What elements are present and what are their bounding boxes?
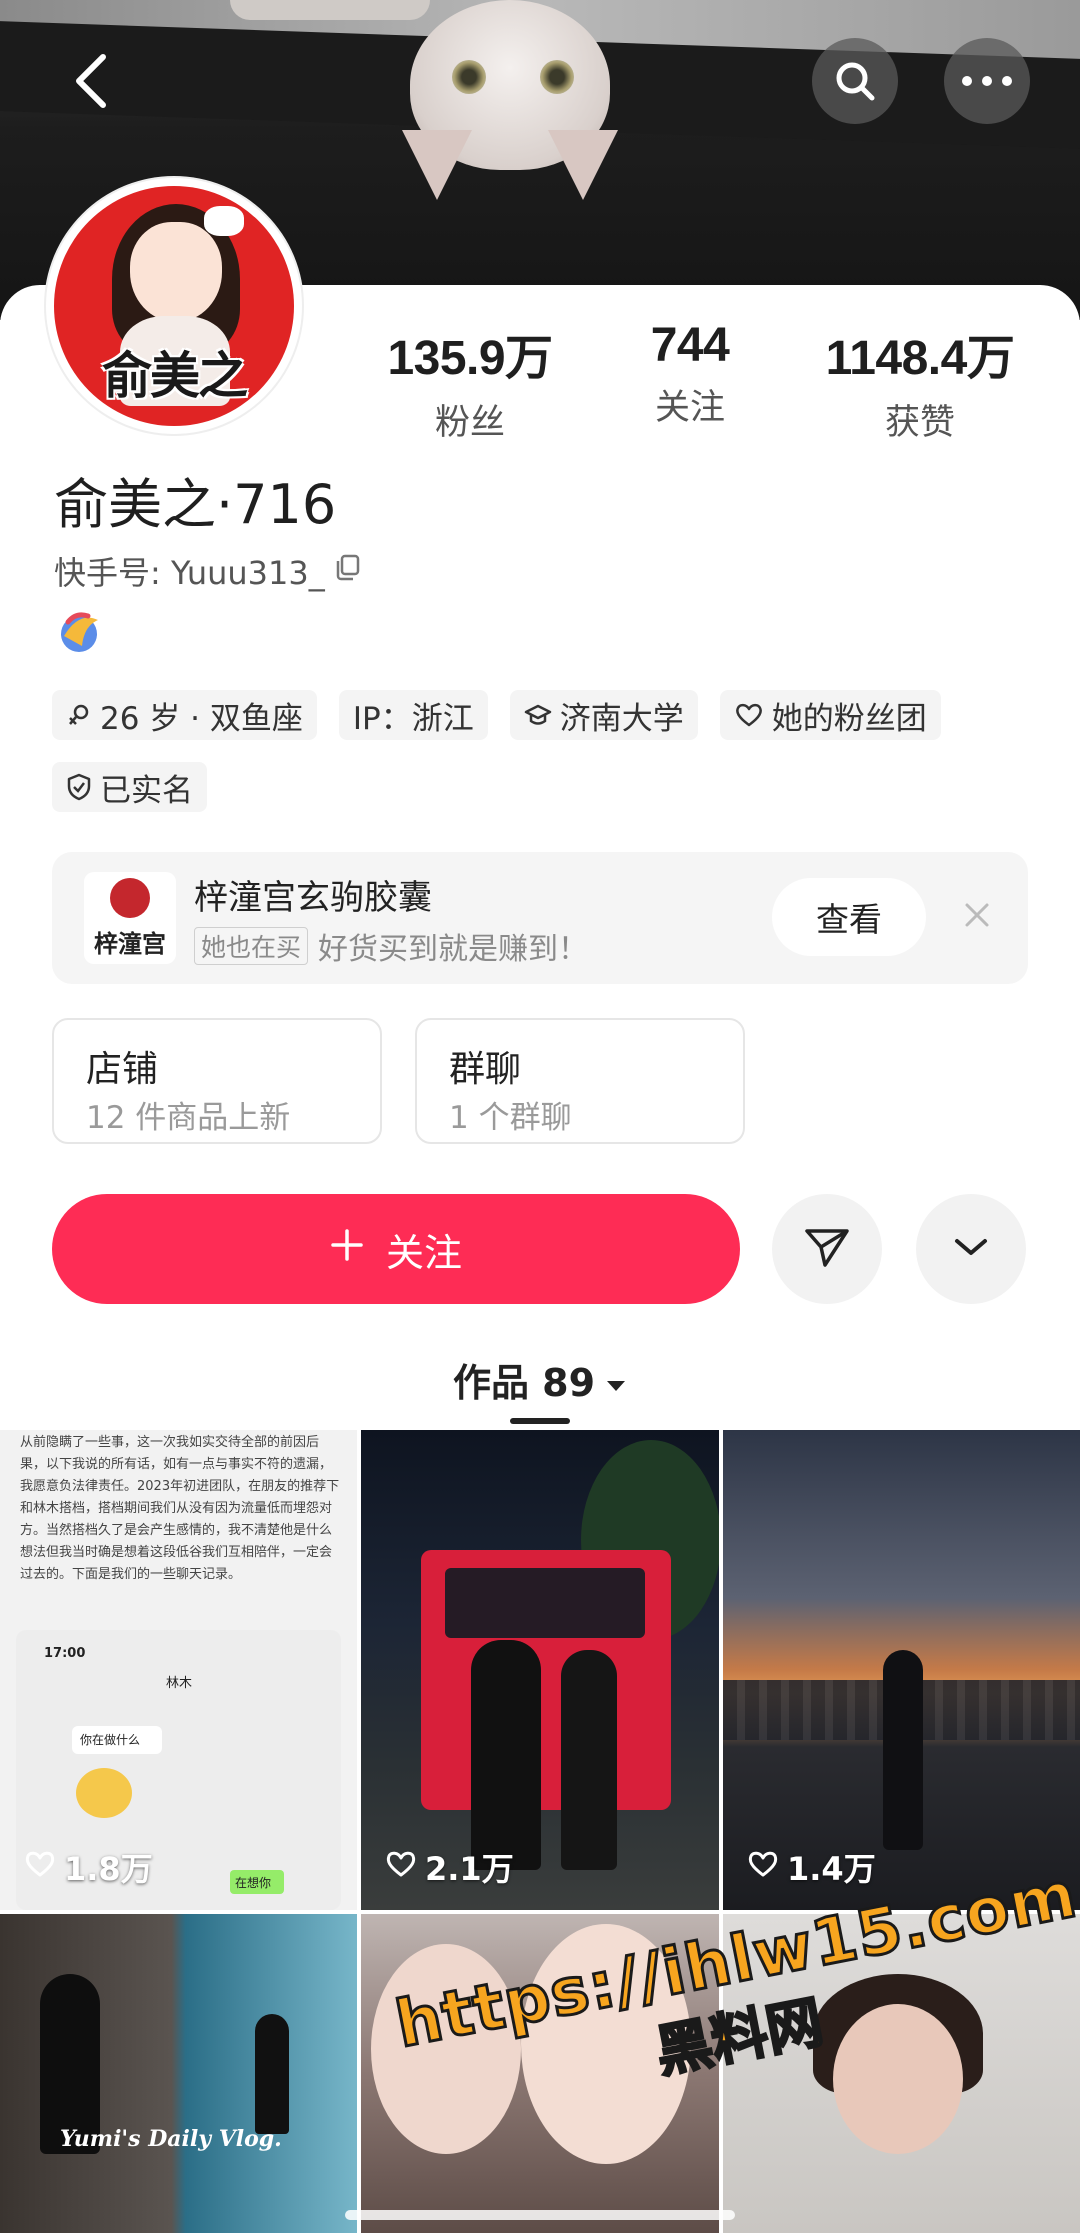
expand-button[interactable] <box>916 1194 1026 1304</box>
promo-subtitle-row: 她也在买 好货买到就是赚到！ <box>194 924 588 968</box>
tab-underline <box>510 1418 570 1424</box>
tag-age[interactable]: 26 岁 · 双鱼座 <box>52 690 317 740</box>
close-icon <box>963 901 991 933</box>
tile1-essay-text: 从前隐瞒了一些事，这一次我如实交待全部的前因后果，以下我说的所有话，如有一点与事… <box>20 1435 340 1582</box>
female-icon <box>66 702 92 728</box>
stat-fans-label: 粉丝 <box>434 403 505 443</box>
tag-verified-text: 已实名 <box>100 772 193 809</box>
grid-tile-1[interactable]: 从前隐瞒了一些事，这一次我如实交待全部的前因后果，以下我说的所有话，如有一点与事… <box>0 1430 357 1910</box>
tile3-likes-count: 1.4万 <box>787 1850 876 1888</box>
stat-following-label: 关注 <box>654 388 725 428</box>
stat-likes-label: 获赞 <box>884 403 955 443</box>
search-icon <box>832 58 878 104</box>
shop-title: 店铺 <box>86 1049 159 1090</box>
stat-following[interactable]: 744 关注 <box>600 318 780 430</box>
tag-fan-club-text: 她的粉丝团 <box>771 700 927 737</box>
chevron-left-icon <box>71 51 111 111</box>
tag-ip[interactable]: IP：浙江 <box>338 690 488 740</box>
tile1-likes: 1.8万 <box>24 1844 153 1890</box>
tag-verified[interactable]: 已实名 <box>52 762 207 812</box>
send-message-button[interactable] <box>772 1194 882 1304</box>
achievement-badge-icon[interactable] <box>54 606 104 656</box>
profile-tags: 26 岁 · 双鱼座 IP：浙江 济南大学 她的粉丝团 已实名 <box>52 690 1042 812</box>
tile1-chat-name: 林木 <box>166 1676 193 1691</box>
promo-close-button[interactable] <box>952 892 1002 942</box>
stat-likes[interactable]: 1148.4万 获赞 <box>790 318 1050 445</box>
promo-view-button[interactable]: 查看 <box>772 878 926 956</box>
graduation-cap-icon <box>524 702 552 728</box>
tile1-likes-count: 1.8万 <box>64 1850 153 1888</box>
tile1-chat-msg: 你在做什么 <box>80 1733 141 1747</box>
tile1-chat-bar: 17:00 林木 <box>16 1630 341 1691</box>
heart-outline-icon <box>385 1848 417 1886</box>
group-chat-subtitle: 1 个群聊 <box>449 1100 572 1136</box>
group-chat-box[interactable]: 群聊 1 个群聊 <box>415 1018 745 1144</box>
tile1-chat-bubble: 你在做什么 <box>72 1726 162 1754</box>
promo-card[interactable]: 梓潼宫 梓潼宫玄驹胶囊 她也在买 好货买到就是赚到！ 查看 <box>52 852 1028 984</box>
grid-tile-3[interactable]: 1.4万 <box>723 1430 1080 1910</box>
stat-fans[interactable]: 135.9万 粉丝 <box>350 318 590 445</box>
avatar-image: 俞美之 <box>54 186 294 426</box>
tab-works[interactable]: 作品 89 <box>453 1352 627 1407</box>
shop-box[interactable]: 店铺 12 件商品上新 <box>52 1018 382 1144</box>
more-dots-icon <box>959 74 1015 88</box>
follow-button[interactable]: 关注 <box>52 1194 740 1304</box>
tile3-likes: 1.4万 <box>747 1844 876 1890</box>
promo-chip: 她也在买 <box>194 927 309 965</box>
heart-icon <box>734 702 764 728</box>
promo-thumbnail-text: 梓潼宫 <box>94 929 166 958</box>
tag-school[interactable]: 济南大学 <box>509 690 698 740</box>
plus-icon <box>330 1227 364 1271</box>
tag-fan-club[interactable]: 她的粉丝团 <box>719 690 941 740</box>
stat-following-value: 744 <box>650 319 730 372</box>
avatar[interactable]: 俞美之 <box>46 178 302 434</box>
tag-ip-text: IP：浙江 <box>352 700 474 737</box>
promo-title: 梓潼宫玄驹胶囊 <box>194 878 432 918</box>
tile1-chat-time: 17:00 <box>44 1646 86 1661</box>
grid-tile-4[interactable]: Yumi's Daily Vlog. <box>0 1914 357 2233</box>
tile1-chat-reply-bubble: 在想你 <box>230 1870 284 1894</box>
kuaishou-id-row: 快手号: Yuuu313_ <box>54 548 363 594</box>
tile4-vlog-text: Yumi's Daily Vlog. <box>60 2126 282 2152</box>
content-tabs: 作品 89 <box>0 1340 1080 1424</box>
tab-works-label: 作品 89 <box>452 1361 596 1405</box>
kuaishou-id: 快手号: Yuuu313_ <box>54 554 325 592</box>
stat-fans-value: 135.9万 <box>387 332 553 385</box>
chevron-down-icon <box>951 1235 991 1263</box>
tile1-chat-emoji <box>76 1768 132 1818</box>
shop-subtitle: 12 件商品上新 <box>86 1100 291 1136</box>
verified-shield-icon <box>66 773 92 801</box>
heart-outline-icon <box>24 1848 56 1886</box>
tile2-likes: 2.1万 <box>385 1844 514 1890</box>
tile1-chat-reply: 在想你 <box>235 1876 272 1890</box>
profile-nickname: 俞美之·716 <box>54 473 337 536</box>
tile2-likes-count: 2.1万 <box>425 1850 514 1888</box>
more-button[interactable] <box>944 38 1030 124</box>
caret-down-icon <box>605 1358 627 1402</box>
tag-age-text: 26 岁 · 双鱼座 <box>100 700 303 737</box>
group-chat-title: 群聊 <box>449 1049 522 1090</box>
back-button[interactable] <box>48 38 134 124</box>
promo-thumbnail: 梓潼宫 <box>84 872 176 964</box>
tag-school-text: 济南大学 <box>559 700 684 737</box>
paper-plane-icon <box>803 1225 851 1273</box>
copy-icon[interactable] <box>333 552 363 590</box>
heart-outline-icon <box>747 1848 779 1886</box>
search-button[interactable] <box>812 38 898 124</box>
stat-likes-value: 1148.4万 <box>825 332 1015 385</box>
home-indicator <box>345 2210 735 2220</box>
promo-subtitle: 好货买到就是赚到！ <box>318 932 589 967</box>
follow-button-label: 关注 <box>385 1230 462 1275</box>
grid-tile-2[interactable]: 2.1万 <box>361 1430 719 1910</box>
avatar-logo-text: 俞美之 <box>102 346 248 405</box>
banner-cat-image <box>230 0 630 210</box>
